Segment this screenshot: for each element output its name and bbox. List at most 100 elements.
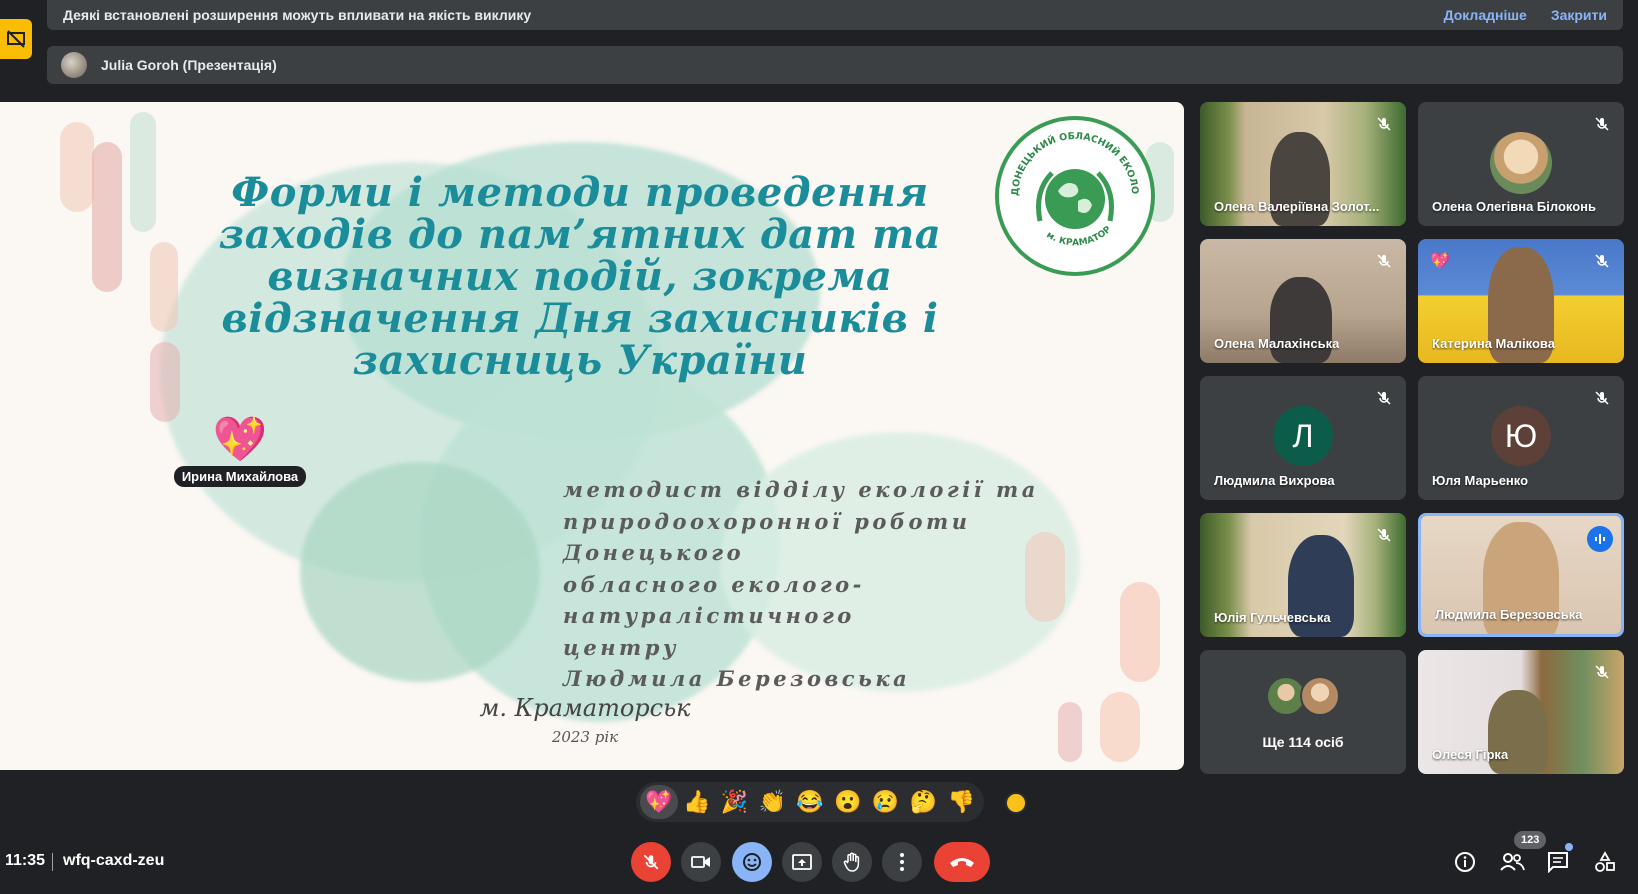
- chat-button[interactable]: [1543, 847, 1573, 877]
- participant-tile[interactable]: Олеся Гірка: [1418, 650, 1624, 774]
- chat-icon: [1548, 852, 1568, 873]
- participant-name: Юля Марьенко: [1432, 473, 1529, 488]
- mic-off-icon: [1590, 386, 1614, 410]
- speaking-indicator-icon: [1587, 526, 1613, 552]
- participant-initial-avatar: Л: [1273, 406, 1333, 466]
- participant-tile[interactable]: Олена Малахінська: [1200, 239, 1406, 363]
- reaction-heart-button[interactable]: 💖: [640, 785, 678, 819]
- participant-count-badge: 123: [1514, 831, 1547, 849]
- reaction-thumbs-up-button[interactable]: 👍: [678, 785, 716, 819]
- more-vert-icon: [900, 853, 904, 871]
- camera-toggle-button[interactable]: [681, 842, 721, 882]
- mic-off-icon: [1372, 523, 1396, 547]
- slide-decor-stroke: [60, 122, 94, 212]
- slide-decor-stroke: [92, 142, 122, 292]
- people-icon: [1500, 853, 1525, 871]
- participant-name: Олена Малахінська: [1214, 336, 1340, 351]
- presenter-bar: Julia Goroh (Презентація): [47, 46, 1623, 84]
- presenter-label: Julia Goroh (Презентація): [101, 57, 277, 73]
- reaction-sad-button[interactable]: 😢: [867, 785, 905, 819]
- reaction-clap-button[interactable]: 👏: [753, 785, 791, 819]
- hang-up-icon: [950, 858, 974, 867]
- more-participants-avatars: [1266, 676, 1340, 716]
- slide-subtitle-line: природоохоронної роботи Донецького: [563, 508, 971, 566]
- mic-off-icon: [1590, 249, 1614, 273]
- participant-tile[interactable]: Юлія Гульчевська: [1200, 513, 1406, 637]
- mic-off-icon: [1372, 112, 1396, 136]
- eco-center-logo: ДОНЕЦЬКИЙ ОБЛАСНИЙ ЕКОЛОГО-НАТУРАЛІСТИЧН…: [995, 116, 1155, 276]
- reaction-sender-name: Ирина Михайлова: [173, 466, 307, 487]
- mic-off-icon: [643, 854, 659, 870]
- extensions-notice-bar: Деякі встановлені розширення можуть впли…: [47, 0, 1623, 30]
- meeting-info-button[interactable]: [1450, 847, 1480, 877]
- more-participants-label: Ще 114 осіб: [1262, 734, 1344, 750]
- info-icon: [1455, 852, 1475, 872]
- slide-title-line: визначних подій, зокрема: [267, 253, 893, 300]
- slide-decor-stroke: [150, 342, 180, 422]
- participant-tile[interactable]: Олена Валеріївна Золот...: [1200, 102, 1406, 226]
- participant-tile-active-speaker[interactable]: Людмила Березовська: [1418, 513, 1624, 637]
- activities-button[interactable]: [1590, 847, 1620, 877]
- reaction-laugh-button[interactable]: 😂: [791, 785, 829, 819]
- close-notice-link[interactable]: Закрити: [1551, 7, 1607, 23]
- shapes-icon: [1595, 851, 1615, 872]
- slide-year: 2023 рік: [551, 728, 619, 746]
- microphone-toggle-button[interactable]: [631, 842, 671, 882]
- presenter-avatar: [61, 52, 87, 78]
- globe-logo-icon: ДОНЕЦЬКИЙ ОБЛАСНИЙ ЕКОЛОГО-НАТУРАЛІСТИЧН…: [1000, 121, 1140, 248]
- bottom-divider: [52, 853, 53, 871]
- heart-reaction-icon: 💖: [1430, 253, 1450, 270]
- slide-author-block: методист відділу екології та природоохор…: [563, 474, 1123, 695]
- presentation-slide: Форми і методи проведення заходів до пам…: [0, 102, 1184, 770]
- participant-name: Катерина Малікова: [1432, 336, 1555, 351]
- reaction-party-button[interactable]: 🎉: [716, 785, 754, 819]
- mic-off-icon: [1590, 660, 1614, 684]
- leave-call-button[interactable]: [934, 842, 990, 882]
- participant-avatar: [1300, 676, 1340, 716]
- slide-subtitle-line: методист відділу екології та: [563, 477, 1039, 502]
- more-participants-tile[interactable]: Ще 114 осіб: [1200, 650, 1406, 774]
- slide-title-line: заходів до пам’ятних дат та: [218, 211, 942, 258]
- smiley-icon: [743, 853, 761, 871]
- presentation-off-icon: [7, 30, 25, 48]
- mic-off-icon: [1372, 249, 1396, 273]
- participant-tile[interactable]: Ю Юля Марьенко: [1418, 376, 1624, 500]
- slide-decor-stroke: [1058, 702, 1082, 762]
- slide-city: м. Краматорськ: [479, 694, 691, 722]
- reaction-thinking-button[interactable]: 🤔: [904, 785, 942, 819]
- present-screen-button[interactable]: [782, 842, 822, 882]
- participant-name: Юлія Гульчевська: [1214, 610, 1331, 625]
- slide-subtitle-line: центру: [563, 634, 680, 660]
- participant-name: Олена Валеріївна Золот...: [1214, 199, 1380, 214]
- participant-name: Олена Олегівна Білоконь: [1432, 199, 1597, 214]
- chat-unread-dot: [1565, 843, 1573, 851]
- sparkling-heart-icon: 💖: [212, 415, 268, 464]
- slide-title-line: Форми і методи проведення: [231, 169, 929, 216]
- participant-name: Людмила Вихрова: [1214, 473, 1335, 488]
- mic-off-icon: [1590, 112, 1614, 136]
- learn-more-link[interactable]: Докладніше: [1444, 7, 1527, 23]
- mic-off-icon: [1372, 386, 1396, 410]
- participant-avatar: [1490, 132, 1552, 194]
- skin-tone-button[interactable]: [1005, 792, 1027, 814]
- meeting-clock: 11:35: [5, 852, 46, 869]
- slide-decor-stroke: [1100, 692, 1140, 762]
- people-button[interactable]: [1497, 847, 1527, 877]
- slide-decor-stroke: [150, 242, 178, 332]
- slide-watercolor: [300, 462, 540, 682]
- participant-name: Людмила Березовська: [1435, 607, 1583, 622]
- hand-icon: [843, 852, 860, 872]
- participant-tile[interactable]: 💖 Катерина Малікова: [1418, 239, 1624, 363]
- more-options-button[interactable]: [882, 842, 922, 882]
- floating-reaction: 💖 Ирина Михайлова: [172, 414, 308, 487]
- reactions-bar: 💖 👍 🎉 👏 😂 😮 😢 🤔 👎: [636, 782, 984, 822]
- reaction-surprised-button[interactable]: 😮: [829, 785, 867, 819]
- reaction-thumbs-down-button[interactable]: 👎: [942, 785, 980, 819]
- raise-hand-button[interactable]: [832, 842, 872, 882]
- reactions-toggle-button[interactable]: [732, 842, 772, 882]
- present-screen-icon: [792, 854, 812, 870]
- no-video-indicator[interactable]: [0, 19, 32, 59]
- slide-decor-stroke: [130, 112, 156, 232]
- participant-tile[interactable]: Олена Олегівна Білоконь: [1418, 102, 1624, 226]
- participant-tile[interactable]: Л Людмила Вихрова: [1200, 376, 1406, 500]
